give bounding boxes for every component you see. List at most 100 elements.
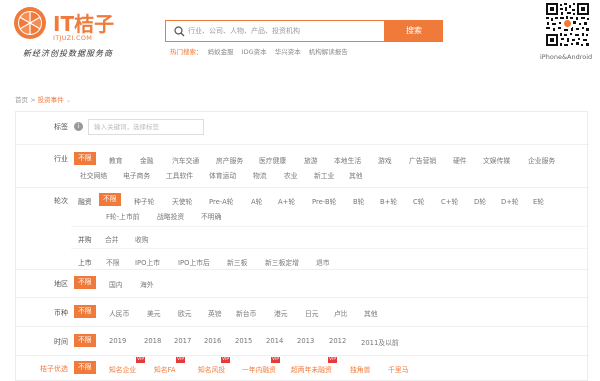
- time-option[interactable]: 2019: [109, 337, 126, 345]
- industry-option[interactable]: 电子商务: [123, 170, 150, 180]
- filter-label-round: 轮次: [54, 197, 68, 205]
- round-sublabel-merger: 并购: [78, 236, 92, 244]
- financing-option[interactable]: A轮: [251, 196, 262, 206]
- time-option[interactable]: 2016: [204, 337, 221, 345]
- filter-row-time: 时间 不限 2019 2018 2017 2016 2015 2014 2013…: [16, 327, 589, 355]
- merger-option[interactable]: 收购: [135, 234, 149, 244]
- juzi-option-selected[interactable]: 不限: [74, 361, 96, 374]
- industry-option[interactable]: 新工业: [314, 170, 334, 180]
- merger-option[interactable]: 合并: [105, 234, 119, 244]
- juzi-option[interactable]: 千里马: [388, 364, 408, 374]
- hot-search-link[interactable]: 华兴资本: [275, 48, 301, 56]
- industry-option[interactable]: 本地生活: [334, 155, 361, 165]
- hot-search-link[interactable]: IDG资本: [242, 48, 267, 56]
- time-option[interactable]: 2017: [174, 337, 191, 345]
- vip-badge: VIP: [221, 357, 231, 363]
- industry-option[interactable]: 硬件: [453, 155, 467, 165]
- currency-option[interactable]: 欧元: [178, 308, 192, 318]
- financing-option[interactable]: C+轮: [441, 196, 458, 206]
- industry-option[interactable]: 社交网络: [80, 170, 107, 180]
- region-option[interactable]: 海外: [140, 279, 154, 289]
- currency-option[interactable]: 日元: [305, 308, 319, 318]
- industry-option-selected[interactable]: 不限: [74, 152, 96, 165]
- hot-search-link[interactable]: 蚂蚁金服: [208, 48, 234, 56]
- app-qr-code: [545, 2, 590, 47]
- industry-option[interactable]: 金融: [140, 155, 154, 165]
- region-option-selected[interactable]: 不限: [74, 276, 96, 289]
- industry-option[interactable]: 房产服务: [216, 155, 243, 165]
- industry-option[interactable]: 农业: [284, 170, 298, 180]
- time-option[interactable]: 2012: [329, 337, 346, 345]
- listing-option[interactable]: 新三板: [227, 257, 247, 267]
- financing-option[interactable]: B+轮: [380, 196, 397, 206]
- juzi-option[interactable]: 独角兽: [350, 364, 370, 374]
- financing-option[interactable]: C轮: [413, 196, 425, 206]
- juzi-option[interactable]: 知名风投: [198, 364, 225, 374]
- financing-option[interactable]: Pre-B轮: [312, 196, 336, 206]
- time-option[interactable]: 2015: [235, 337, 252, 345]
- industry-option[interactable]: 医疗健康: [259, 155, 286, 165]
- industry-option[interactable]: 广告营销: [409, 155, 436, 165]
- currency-option-selected[interactable]: 不限: [74, 305, 96, 318]
- industry-option[interactable]: 物流: [253, 170, 267, 180]
- financing-option[interactable]: 种子轮: [134, 196, 154, 206]
- financing-option[interactable]: B轮: [353, 196, 364, 206]
- breadcrumb-current[interactable]: 投资事件: [38, 96, 64, 104]
- currency-option[interactable]: 英镑: [208, 308, 222, 318]
- search-button[interactable]: 搜索: [385, 20, 443, 42]
- hot-searches: 热门搜索： 蚂蚁金服 IDG资本 华兴资本 机构解读报告: [170, 46, 354, 56]
- currency-option[interactable]: 卢比: [334, 308, 348, 318]
- industry-option[interactable]: 汽车交通: [172, 155, 199, 165]
- currency-option[interactable]: 港元: [274, 308, 288, 318]
- chevron-down-icon[interactable]: ⌄: [66, 96, 71, 104]
- financing-option[interactable]: F轮-上市前: [106, 211, 140, 221]
- listing-option[interactable]: IPO上市: [135, 257, 160, 267]
- listing-option[interactable]: IPO上市后: [178, 257, 210, 267]
- time-option[interactable]: 2018: [144, 337, 161, 345]
- juzi-option[interactable]: 知名企业: [109, 364, 136, 374]
- vip-badge: VIP: [176, 357, 186, 363]
- financing-option[interactable]: E轮: [533, 196, 544, 206]
- listing-option[interactable]: 新三板定增: [265, 257, 299, 267]
- financing-option[interactable]: D+轮: [501, 196, 519, 206]
- financing-option[interactable]: D轮: [474, 196, 486, 206]
- search-input[interactable]: [188, 21, 378, 41]
- logo-url: ITJUZI.COM: [53, 34, 93, 42]
- industry-option[interactable]: 企业服务: [528, 155, 555, 165]
- time-option[interactable]: 2011及以前: [361, 337, 399, 347]
- info-icon[interactable]: i: [74, 122, 83, 131]
- time-option[interactable]: 2014: [266, 337, 283, 345]
- region-option[interactable]: 国内: [109, 279, 123, 289]
- tag-search-input[interactable]: [88, 119, 204, 135]
- currency-option[interactable]: 人民币: [109, 308, 129, 318]
- industry-option[interactable]: 其他: [349, 170, 363, 180]
- listing-option[interactable]: 不限: [106, 257, 120, 267]
- industry-option[interactable]: 体育运动: [209, 170, 236, 180]
- financing-option-selected[interactable]: 不限: [99, 193, 121, 206]
- financing-option[interactable]: Pre-A轮: [209, 196, 234, 206]
- listing-option[interactable]: 退市: [316, 257, 330, 267]
- filter-label-time: 时间: [54, 338, 68, 346]
- currency-option[interactable]: 新台币: [236, 308, 256, 318]
- filter-row-industry: 行业 不限 教育 金融 汽车交通 房产服务 医疗健康 旅游 本地生活 游戏 广告…: [16, 145, 589, 187]
- industry-option[interactable]: 旅游: [304, 155, 318, 165]
- juzi-option[interactable]: 一年内融资: [242, 364, 276, 374]
- financing-option[interactable]: 战略投资: [157, 211, 184, 221]
- currency-option[interactable]: 其他: [364, 308, 378, 318]
- logo[interactable]: IT桔子 ITJUZI.COM 新经济创投数据服务商: [13, 6, 133, 62]
- currency-option[interactable]: 美元: [147, 308, 161, 318]
- hot-searches-label: 热门搜索：: [170, 48, 203, 56]
- industry-option[interactable]: 工具软件: [166, 170, 193, 180]
- breadcrumb-home[interactable]: 首页: [15, 96, 28, 104]
- financing-option[interactable]: 天使轮: [172, 196, 192, 206]
- financing-option[interactable]: 不明确: [201, 211, 221, 221]
- financing-option[interactable]: A+轮: [278, 196, 295, 206]
- industry-option[interactable]: 游戏: [378, 155, 392, 165]
- industry-option[interactable]: 教育: [109, 155, 123, 165]
- juzi-option[interactable]: 知名FA: [154, 364, 176, 374]
- hot-search-link[interactable]: 机构解读报告: [309, 48, 348, 56]
- industry-option[interactable]: 文娱传媒: [483, 155, 510, 165]
- juzi-option[interactable]: 超两年未融资: [291, 364, 332, 374]
- time-option[interactable]: 2013: [297, 337, 314, 345]
- time-option-selected[interactable]: 不限: [74, 334, 96, 347]
